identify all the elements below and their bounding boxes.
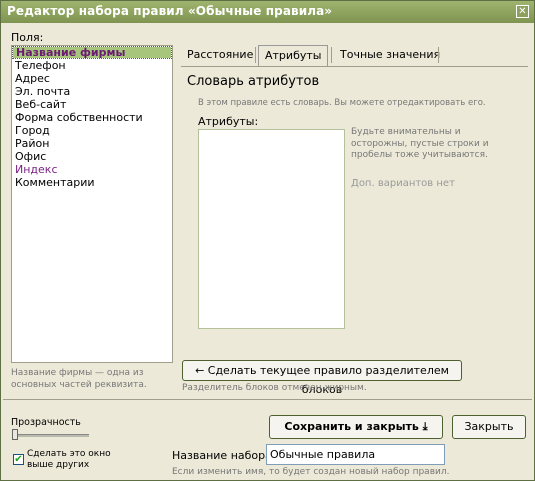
field-item-website[interactable]: Веб-сайт — [12, 98, 172, 111]
field-item-office[interactable]: Офис — [12, 150, 172, 163]
check-icon: ✔ — [14, 454, 23, 465]
tab-separator — [255, 47, 256, 63]
field-item-address[interactable]: Адрес — [12, 72, 172, 85]
field-item-ownership-form[interactable]: Форма собственности — [12, 111, 172, 124]
bottom-divider — [3, 399, 532, 400]
opacity-label: Прозрачность — [11, 417, 81, 428]
no-variants-text: Доп. вариантов нет — [351, 178, 455, 189]
fields-list[interactable]: Название фирмы Телефон Адрес Эл. почта В… — [11, 45, 173, 363]
rule-set-editor-window: Редактор набора правил «Обычные правила»… — [0, 0, 535, 481]
set-name-label: Название набора: — [172, 449, 276, 462]
tab-attributes[interactable]: Атрибуты — [258, 45, 329, 67]
tab-distance[interactable]: Расстояние — [187, 45, 253, 65]
attributes-label: Атрибуты: — [198, 115, 259, 128]
tab-separator — [438, 47, 439, 63]
fields-label: Поля: — [11, 31, 44, 44]
save-and-close-button[interactable]: Сохранить и закрыть ⤓ — [269, 415, 443, 439]
title-bar[interactable]: Редактор набора правил «Обычные правила»… — [1, 1, 534, 23]
tab-exact-values[interactable]: Точные значения — [340, 45, 440, 65]
field-hint: Название фирмы — одна из основных частей… — [11, 368, 147, 390]
close-button[interactable]: Закрыть — [452, 415, 526, 439]
tab-separator — [331, 47, 332, 63]
opacity-slider-track[interactable] — [13, 434, 89, 437]
always-on-top-label: Сделать это окно выше других — [27, 449, 111, 470]
field-item-comments[interactable]: Комментарии — [12, 176, 172, 189]
close-icon: ✕ — [518, 6, 527, 17]
window-title: Редактор набора правил «Обычные правила» — [7, 4, 333, 18]
dictionary-title: Словарь атрибутов — [187, 74, 320, 89]
tab-panel-border — [181, 66, 528, 67]
window-close-button[interactable]: ✕ — [516, 5, 529, 18]
set-name-input[interactable] — [266, 444, 445, 465]
field-item-phone[interactable]: Телефон — [12, 59, 172, 72]
make-block-separator-button[interactable]: ← Сделать текущее правило разделителем б… — [182, 360, 462, 396]
field-item-city[interactable]: Город — [12, 124, 172, 137]
field-item-email[interactable]: Эл. почта — [12, 85, 172, 98]
dictionary-note: В этом правиле есть словарь. Вы можете о… — [198, 98, 486, 108]
attributes-textarea[interactable] — [198, 129, 345, 329]
attributes-warning: Будьте внимательны и осторожны, пустые с… — [351, 127, 489, 160]
always-on-top-checkbox[interactable]: ✔ — [13, 454, 24, 465]
field-item-district[interactable]: Район — [12, 137, 172, 150]
set-name-note: Если изменить имя, то будет создан новый… — [172, 467, 450, 477]
opacity-slider-thumb[interactable] — [12, 429, 18, 440]
field-item-postal-code[interactable]: Индекс — [12, 163, 172, 176]
field-item-company-name[interactable]: Название фирмы — [12, 46, 172, 59]
separator-note: Разделитель блоков отмечен жирным. — [182, 383, 367, 393]
